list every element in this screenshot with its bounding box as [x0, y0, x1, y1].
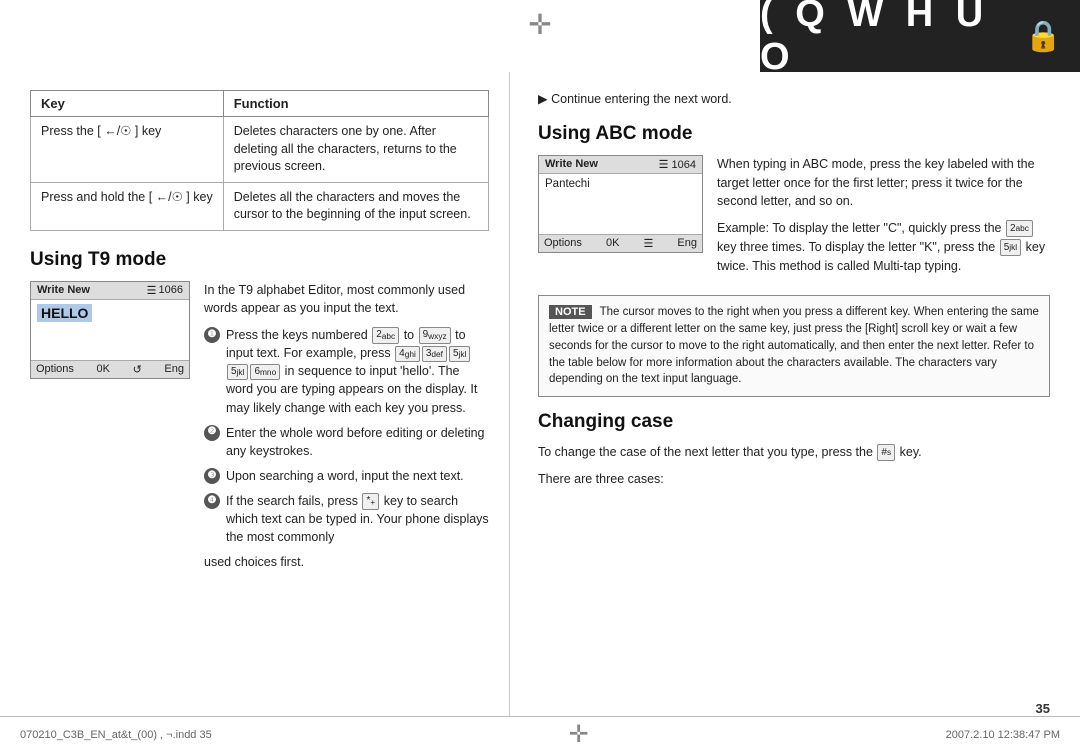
t9-text-content: In the T9 alphabet Editor, most commonly…: [204, 281, 489, 581]
step-text-1: Press the keys numbered 2abc to 9wxyz to…: [226, 326, 489, 417]
lock-icon: 🔒: [1025, 19, 1062, 54]
abc-section-title: Using ABC mode: [538, 123, 1050, 145]
compass-bottom-icon: ✛: [569, 720, 589, 749]
menu-icon-2: ☰: [659, 159, 669, 171]
footer-right: 2007.2.10 12:38:47 PM: [946, 729, 1060, 741]
t9-phone-screen: Write New ☰ 1066 HELLO Options 0K ↺ Eng: [30, 281, 190, 379]
phone-footer-options: Options: [36, 363, 74, 375]
list-item: ❶ Press the keys numbered 2abc to 9wxyz …: [204, 326, 489, 417]
note-label: NOTE: [549, 305, 592, 319]
table-header-key: Key: [31, 91, 224, 117]
abc-example-text: Example: To display the letter "C", quic…: [717, 219, 1050, 275]
key-function-table: Key Function Press the [ ←/☉ ] key Delet…: [30, 90, 489, 231]
phone-footer-eng: Eng: [164, 363, 184, 375]
main-content: Key Function Press the [ ←/☉ ] key Delet…: [0, 72, 1080, 716]
note-box: NOTE The cursor moves to the right when …: [538, 295, 1050, 397]
key-9wxyz: 9wxyz: [419, 327, 451, 344]
abc-phone-num: ☰ 1064: [659, 158, 696, 171]
abc-phone-header: Write New ☰ 1064: [539, 156, 702, 174]
note-text: The cursor moves to the right when you p…: [549, 306, 1039, 385]
abc-footer-sym: ☰: [643, 237, 653, 250]
phone-screen-footer: Options 0K ↺ Eng: [31, 360, 189, 378]
abc-body-text: When typing in ABC mode, press the key l…: [717, 155, 1050, 211]
phone-word: HELLO: [37, 304, 92, 322]
t9-content: Write New ☰ 1066 HELLO Options 0K ↺ Eng: [30, 281, 489, 581]
abc-phone-text: Pantechi: [545, 178, 590, 190]
key-6mno: 6mno: [250, 364, 280, 381]
key-2abc-abc: 2abc: [1006, 220, 1033, 237]
phone-footer-ok: 0K: [97, 363, 110, 375]
footer-left: 070210_C3B_EN_at&t_(00) , ¬.indd 35: [20, 729, 212, 741]
step-number-2: ❷: [204, 425, 220, 441]
table-header-function: Function: [223, 91, 488, 117]
t9-continued: used choices first.: [204, 553, 489, 572]
t9-body-text: In the T9 alphabet Editor, most commonly…: [204, 281, 489, 319]
abc-phone-screen: Write New ☰ 1064 Pantechi Options 0K ☰ E…: [538, 155, 703, 253]
abc-footer-ok: 0K: [606, 237, 619, 249]
phone-screen-header: Write New ☰ 1066: [31, 282, 189, 300]
step-number-1: ❶: [204, 327, 220, 343]
changing-case-title: Changing case: [538, 411, 1050, 433]
abc-footer-eng: Eng: [677, 237, 697, 249]
key-5jkl-abc: 5jkl: [1000, 239, 1021, 256]
changing-case-text1: To change the case of the next letter th…: [538, 443, 1050, 462]
list-item: ❹ If the search fails, press *+ key to s…: [204, 492, 489, 546]
menu-icon: ☰: [147, 284, 157, 297]
right-column: ▶ Continue entering the next word. Using…: [510, 72, 1080, 716]
key-hash: #s: [877, 444, 895, 461]
key-5jkl: 5jkl: [449, 346, 470, 363]
key-3def: 3def: [422, 346, 447, 363]
abc-phone-body: Pantechi: [539, 174, 702, 234]
table-cell-func-1: Deletes characters one by one. After del…: [223, 117, 488, 183]
step-number-3: ❸: [204, 468, 220, 484]
phone-footer-symbol: ↺: [133, 363, 142, 376]
abc-footer-options: Options: [544, 237, 582, 249]
phone-header-title: Write New: [37, 284, 90, 296]
table-cell-key-1: Press the [ ←/☉ ] key: [31, 117, 224, 183]
left-column: Key Function Press the [ ←/☉ ] key Delet…: [0, 72, 510, 716]
continue-text: ▶ Continue entering the next word.: [538, 90, 1050, 109]
list-item: ❷ Enter the whole word before editing or…: [204, 424, 489, 460]
header-bar: ( Q W H U O 🔒: [760, 0, 1080, 72]
abc-phone-footer: Options 0K ☰ Eng: [539, 234, 702, 252]
phone-header-num: ☰ 1066: [147, 284, 183, 297]
abc-phone-title: Write New: [545, 158, 598, 170]
t9-section-title: Using T9 mode: [30, 249, 489, 271]
header-title: ( Q W H U O: [760, 0, 1017, 79]
table-row: Press and hold the [ ←/☉ ] key Deletes a…: [31, 182, 489, 230]
table-cell-func-2: Deletes all the characters and moves the…: [223, 182, 488, 230]
changing-case-text2: There are three cases:: [538, 470, 1050, 489]
table-cell-key-2: Press and hold the [ ←/☉ ] key: [31, 182, 224, 230]
key-4ghi: 4ghi: [395, 346, 420, 363]
footer-bar: 070210_C3B_EN_at&t_(00) , ¬.indd 35 ✛ 20…: [0, 716, 1080, 752]
key-star: *+: [362, 493, 379, 510]
abc-content: Write New ☰ 1064 Pantechi Options 0K ☰ E…: [538, 155, 1050, 284]
list-item: ❸ Upon searching a word, input the next …: [204, 467, 489, 485]
abc-text-content: When typing in ABC mode, press the key l…: [717, 155, 1050, 284]
compass-top-icon: ✛: [528, 8, 551, 41]
step-text-2: Enter the whole word before editing or d…: [226, 424, 489, 460]
step-text-3: Upon searching a word, input the next te…: [226, 467, 464, 485]
key-5jkl-2: 5jkl: [227, 364, 248, 381]
t9-steps-list: ❶ Press the keys numbered 2abc to 9wxyz …: [204, 326, 489, 546]
step-text-4: If the search fails, press *+ key to sea…: [226, 492, 489, 546]
page-number: 35: [1036, 701, 1050, 716]
changing-case-section: Changing case To change the case of the …: [538, 411, 1050, 489]
phone-screen-body: HELLO: [31, 300, 189, 360]
key-2abc: 2abc: [372, 327, 399, 344]
step-number-4: ❹: [204, 493, 220, 509]
table-row: Press the [ ←/☉ ] key Deletes characters…: [31, 117, 489, 183]
